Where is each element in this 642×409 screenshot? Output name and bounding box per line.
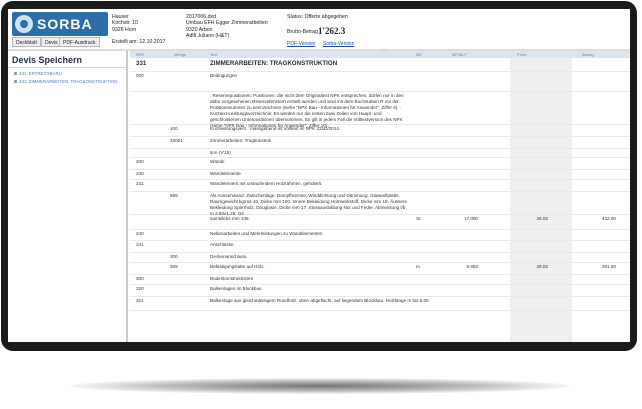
table-cell-amount: 442.00	[601, 216, 616, 221]
project-line: Adlfi Juliano (H&T)	[186, 32, 230, 39]
device-shadow	[70, 378, 570, 394]
table-cell-text: Wandelement mit umlaufendem Holzrahmen, …	[210, 181, 323, 186]
col-header-qty: MF/MLF	[452, 52, 467, 57]
col-header-me: ME	[416, 52, 422, 57]
table-row[interactable]: 309 Befestigungslatte auf Holz. m 9.600 29.0…	[130, 263, 630, 275]
col-header-menge: Menge	[174, 52, 187, 57]
table-cell-price: 26.00	[536, 216, 549, 221]
project-line: Umbau EFH Egger Zimmerarbeiten	[186, 20, 268, 27]
table-cell-text: Als Aussenwand. Zwischenlage: Dampfbrems…	[210, 193, 408, 216]
table-row[interactable]: 240 Nebenarbeiten und Mehrleistungen zu W…	[130, 230, 630, 241]
address-line: Kirchstr. 10	[112, 20, 138, 27]
table-cell-text: Nebenarbeiten und Mehrleistungen zu Wand…	[210, 231, 323, 236]
created-date: Erstellt am: 12.10.2017	[112, 39, 166, 45]
total-value: 1'262.3	[318, 26, 346, 36]
sidebar: Devis Speichern 331: ERTRETOBARU 331: ZI…	[8, 51, 128, 342]
table-cell-text: Bodenkonstruktionen	[210, 276, 254, 281]
table-cell-npk: 331	[136, 60, 147, 67]
logo-mark-icon	[15, 15, 33, 33]
table-row[interactable]: 000 Bedingungen	[130, 72, 630, 92]
table-cell-sub: 889	[170, 193, 178, 198]
device-frame: SORBA Hauser Kirchstr. 10 9326 Horn 2017…	[1, 1, 637, 351]
table-row[interactable]: 300 Bodenkonstruktionen	[130, 275, 630, 285]
table-cell-text: Wände	[210, 159, 225, 164]
table-cell-npk: 241	[136, 242, 144, 247]
table-cell-sub: 100	[170, 126, 178, 131]
table-cell-qty: 9.600	[466, 264, 479, 269]
col-header-text: Text	[210, 52, 218, 57]
table-cell-text: . Reservepositionen: Positionen, die nic…	[210, 93, 404, 128]
table-cell-me: m	[416, 264, 420, 269]
status-text: Status: Offerte abgegeben	[287, 14, 348, 20]
table-row[interactable]: 100 Kurzleistungsverz.: massgebend ist Vo…	[130, 125, 630, 137]
table-row[interactable]: 200 Wände	[130, 158, 630, 170]
table-cell-text: ZIMMERARBEITEN: TRAGKONSTRUKTION	[210, 60, 338, 67]
pdf-version-link[interactable]: PDF-Version	[287, 41, 315, 47]
table-cell-npk: 300	[136, 276, 144, 281]
folder-icon	[14, 80, 17, 83]
table-row[interactable]: 331 ZIMMERARBEITEN: TRAGKONSTRUKTION	[130, 59, 630, 72]
col-header-npk: NPK	[136, 52, 145, 57]
table-cell-text: Balkenlagen im Blockbau	[210, 286, 262, 291]
table-row[interactable]: tion (V'15)	[130, 149, 630, 158]
deckblatt-button[interactable]: Deckblatt	[12, 37, 41, 47]
pdf-ausdruck-button[interactable]: PDF-Ausdruck	[59, 37, 100, 47]
table-row[interactable]: 241 Anschlüsse.	[130, 241, 630, 253]
table-header: NPK Menge Text ME MF/MLF Preis Betrag	[130, 51, 630, 58]
table-cell-text: Balkenlage aus gleichmässigem Rundholz, …	[210, 298, 430, 303]
table-row[interactable]: 10001 Zimmerarbeiten: Tragkonstruk	[130, 137, 630, 149]
table-cell-text: Kurzleistungsverz.: massgebend ist Vollt…	[210, 126, 341, 131]
col-header-price: Preis	[517, 52, 527, 57]
table-cell-npk: 200	[136, 159, 144, 164]
folder-icon	[14, 72, 17, 75]
app-header: SORBA Hauser Kirchstr. 10 9326 Horn 2017…	[8, 9, 630, 49]
devis-table: NPK Menge Text ME MF/MLF Preis Betrag 33…	[130, 51, 630, 342]
table-row[interactable]: 300 Deckenanschluss.	[130, 253, 630, 263]
table-row[interactable]: 321 Balkenlage aus gleichmässigem Rundhol…	[130, 297, 630, 311]
table-cell-npk: 321	[136, 298, 144, 303]
table-row[interactable]: samtdicke mm 135. St 17.000 26.00 442.00	[130, 215, 630, 230]
version-links: PDF-Version Sorba-Version	[287, 41, 360, 47]
table-cell-text: Zimmerarbeiten: Tragkonstruk	[210, 138, 272, 143]
table-cell-sub: 309	[170, 264, 178, 269]
sorba-logo: SORBA	[12, 12, 108, 36]
table-cell-npk: 240	[136, 231, 144, 236]
table-cell-sub: 10001	[170, 138, 183, 143]
app-screen: SORBA Hauser Kirchstr. 10 9326 Horn 2017…	[8, 9, 630, 342]
table-row[interactable]: . Reservepositionen: Positionen, die nic…	[130, 92, 630, 128]
customer-address: Hauser Kirchstr. 10 9326 Horn	[112, 14, 138, 33]
table-cell-npk: 230	[136, 171, 144, 176]
table-cell-text: tion (V'15)	[210, 150, 231, 155]
table-cell-text: samtdicke mm 135.	[210, 216, 250, 221]
tree-item-label: 331: ERTRETOBARU	[19, 71, 62, 76]
table-cell-npk: 000	[136, 73, 144, 78]
table-cell-npk: 231	[136, 181, 144, 186]
total-label: Brutto-Betrag	[287, 29, 318, 35]
table-cell-amount: 261.00	[601, 264, 616, 269]
sorba-version-link[interactable]: Sorba-Version	[323, 41, 355, 47]
tree-item-label: 331: ZIMMERARBEITEN: TRAGKONSTRUKTION	[19, 79, 118, 84]
table-cell-text: Befestigungslatte auf Holz.	[210, 264, 265, 269]
table-cell-text: Deckenanschluss.	[210, 254, 248, 259]
table-cell-price: 29.00	[536, 264, 549, 269]
sidebar-title: Devis Speichern	[8, 51, 126, 68]
table-cell-text: Bedingungen	[210, 73, 238, 78]
table-row[interactable]: 231 Wandelement mit umlaufendem Holzrahme…	[130, 180, 630, 192]
address-line: 9326 Horn	[112, 26, 137, 33]
table-cell-qty: 17.000	[463, 216, 478, 221]
tree-item[interactable]: 331: ERTRETOBARU	[14, 71, 126, 76]
col-header-amount: Betrag	[582, 52, 594, 57]
project-info: 2017006.dxd Umbau EFH Egger Zimmerarbeit…	[186, 14, 268, 39]
table-cell-text: Wandelemente	[210, 171, 241, 176]
table-row[interactable]: 889 Als Aussenwand. Zwischenlage: Dampfbr…	[130, 192, 630, 216]
logo-text: SORBA	[37, 16, 93, 32]
table-row[interactable]: 230 Wandelemente	[130, 170, 630, 180]
table-row[interactable]: 320 Balkenlagen im Blockbau	[130, 285, 630, 297]
table-cell-sub: 300	[170, 254, 178, 259]
table-cell-npk: 320	[136, 286, 144, 291]
table-cell-me: St	[416, 216, 421, 221]
tree-item[interactable]: 331: ZIMMERARBEITEN: TRAGKONSTRUKTION	[14, 79, 126, 84]
table-cell-text: Anschlüsse.	[210, 242, 235, 247]
